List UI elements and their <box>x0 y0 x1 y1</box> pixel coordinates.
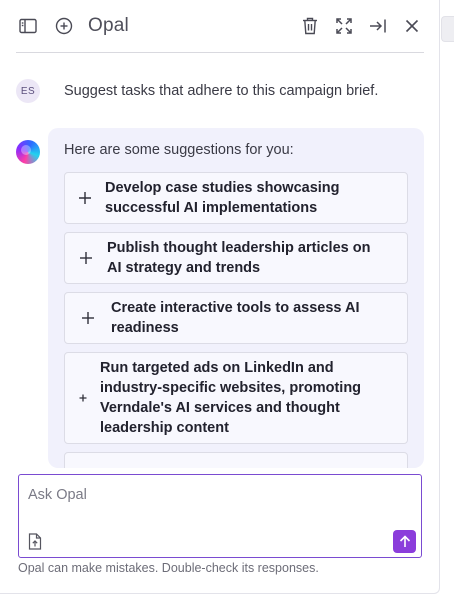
side-panel-tab[interactable] <box>441 16 454 42</box>
chat-input-placeholder: Ask Opal <box>28 487 87 503</box>
plus-icon <box>65 191 105 205</box>
suggestion-item[interactable] <box>64 452 408 468</box>
plus-icon <box>65 311 111 325</box>
user-message: Suggest tasks that adhere to this campai… <box>64 83 379 99</box>
plus-icon <box>65 251 107 265</box>
disclaimer-text: Opal can make mistakes. Double-check its… <box>18 561 319 575</box>
close-icon[interactable] <box>400 14 424 38</box>
opal-chat-panel: Opal ES Suggest tasks that adhere to thi… <box>0 0 440 594</box>
suggestion-item[interactable]: Run targeted ads on LinkedIn and industr… <box>64 352 408 444</box>
send-button[interactable] <box>393 530 416 553</box>
assistant-message: Here are some suggestions for you: Devel… <box>48 128 424 468</box>
trash-icon[interactable] <box>298 14 322 38</box>
chat-input[interactable]: Ask Opal <box>18 474 422 558</box>
suggestion-text: Run targeted ads on LinkedIn and industr… <box>100 360 362 436</box>
assistant-intro: Here are some suggestions for you: <box>64 142 294 158</box>
suggestion-text: Develop case studies showcasing successf… <box>105 180 340 216</box>
suggestion-text: Create interactive tools to assess AI re… <box>111 300 360 336</box>
expand-icon[interactable] <box>332 14 356 38</box>
new-chat-icon[interactable] <box>52 14 76 38</box>
suggestion-item[interactable]: Develop case studies showcasing successf… <box>64 172 408 224</box>
collapse-to-right-icon[interactable] <box>366 14 390 38</box>
suggestion-text: Publish thought leadership articles on A… <box>107 240 371 276</box>
opal-logo-icon <box>16 140 40 164</box>
panel-header: Opal <box>16 0 424 53</box>
panel-title: Opal <box>88 15 129 36</box>
arrow-up-icon <box>399 535 410 547</box>
plus-icon <box>65 394 100 402</box>
sidebar-toggle-icon[interactable] <box>16 14 40 38</box>
suggestion-item[interactable]: Create interactive tools to assess AI re… <box>64 292 408 344</box>
user-avatar: ES <box>16 79 40 103</box>
attach-file-icon[interactable] <box>28 533 44 551</box>
suggestion-item[interactable]: Publish thought leadership articles on A… <box>64 232 408 284</box>
user-message-row: ES Suggest tasks that adhere to this cam… <box>16 79 424 103</box>
